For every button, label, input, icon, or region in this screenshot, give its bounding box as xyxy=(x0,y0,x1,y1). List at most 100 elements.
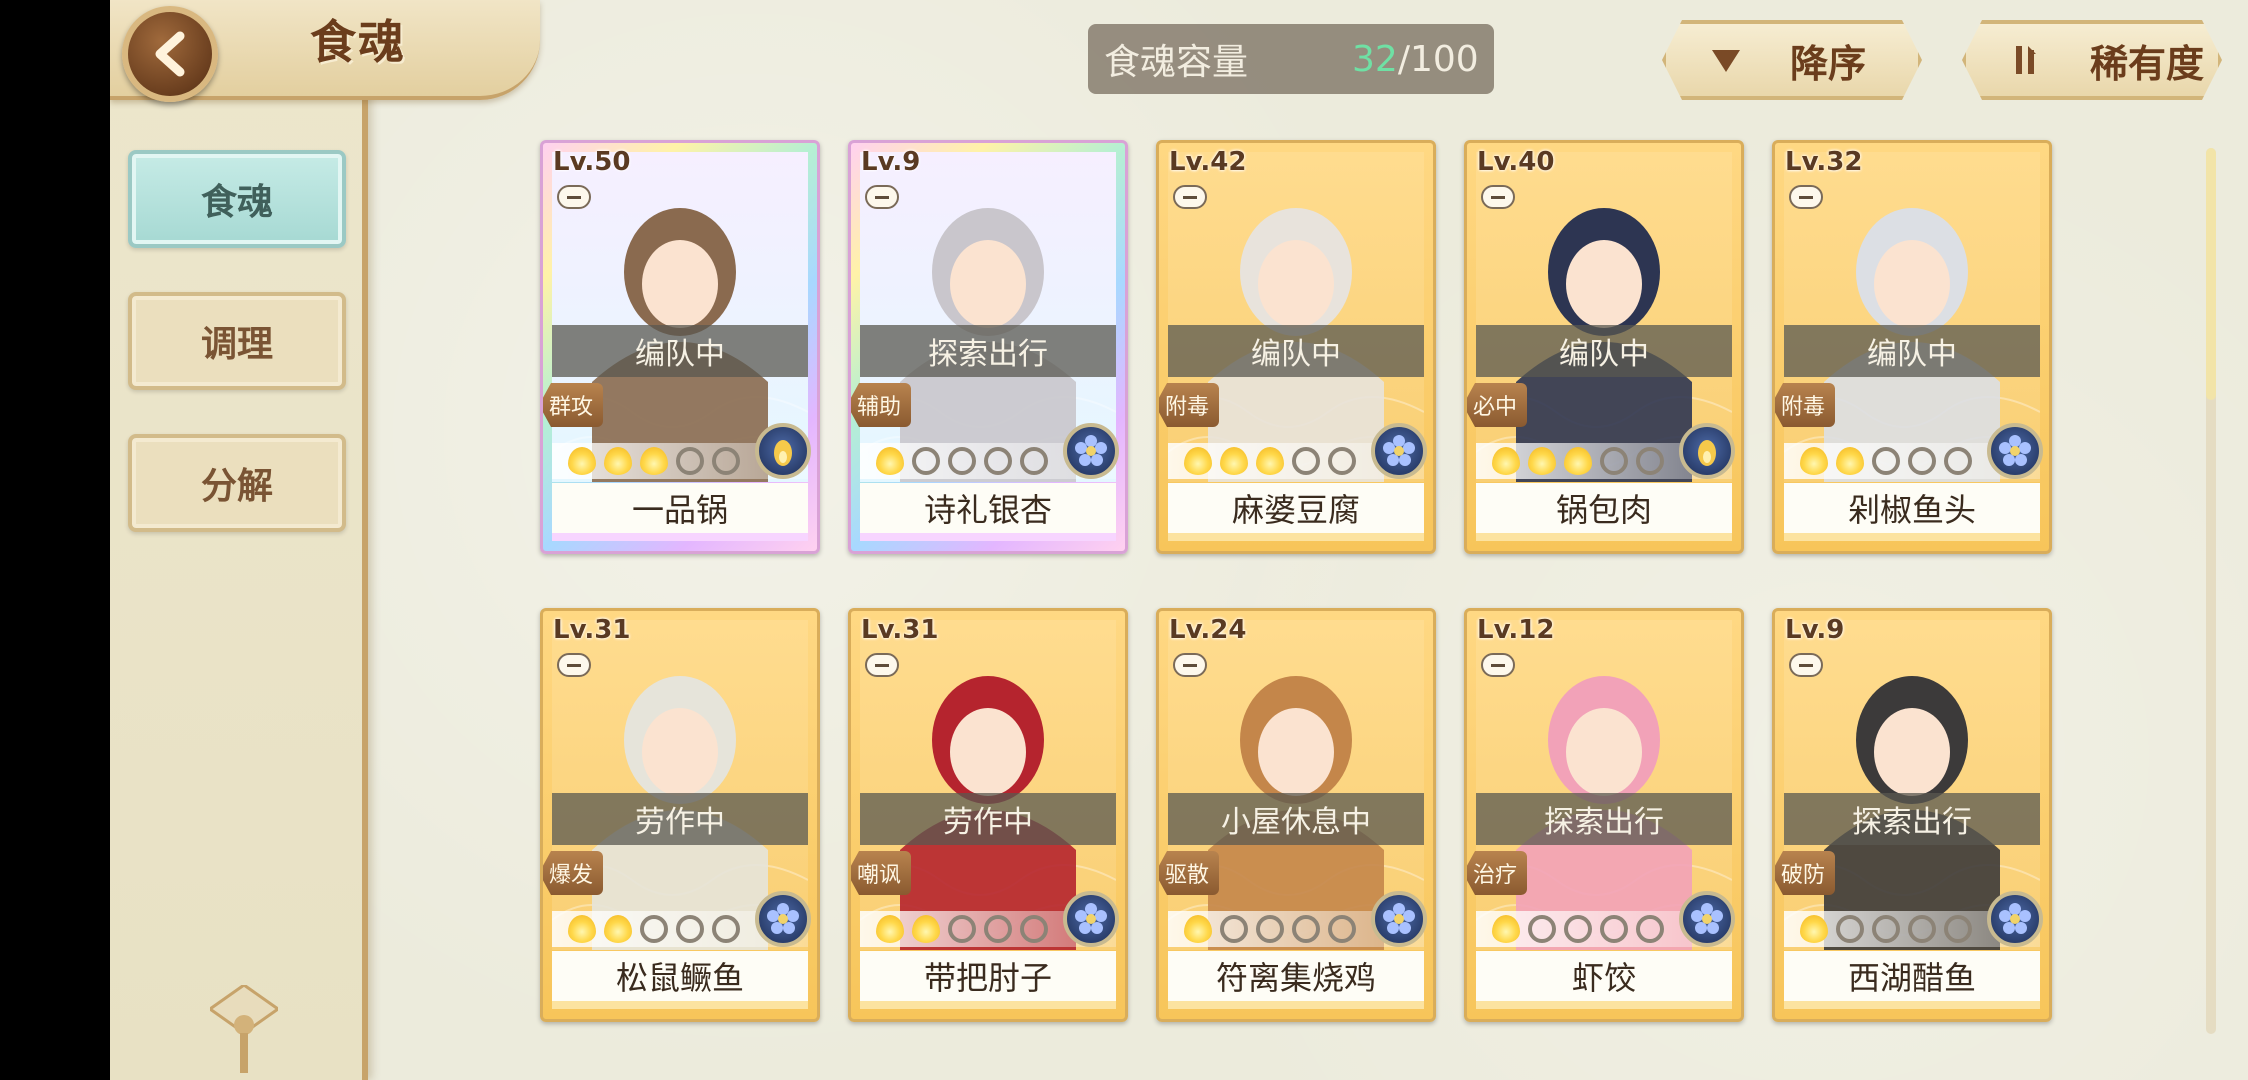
star-empty-icon xyxy=(1600,915,1628,943)
food-soul-card[interactable]: Lv.31 劳作中 爆发 松鼠鳜鱼 xyxy=(540,608,820,1022)
lock-toggle-icon[interactable] xyxy=(1481,653,1515,677)
food-soul-name: 麻婆豆腐 xyxy=(1168,483,1424,541)
level-label: Lv.9 xyxy=(1785,615,1845,645)
star-empty-icon xyxy=(1944,915,1972,943)
star-empty-icon xyxy=(1328,447,1356,475)
star-empty-icon xyxy=(1220,915,1248,943)
lock-toggle-icon[interactable] xyxy=(1173,653,1207,677)
star-empty-icon xyxy=(1600,447,1628,475)
lock-toggle-icon[interactable] xyxy=(557,653,591,677)
star-empty-icon xyxy=(1636,447,1664,475)
star-empty-icon xyxy=(1328,915,1356,943)
chevron-left-icon xyxy=(155,31,185,77)
level-label: Lv.32 xyxy=(1785,147,1863,177)
star-empty-icon xyxy=(912,447,940,475)
capacity-separator: / xyxy=(1397,38,1410,80)
status-badge: 探索出行 xyxy=(860,325,1116,377)
role-tag: 辅助 xyxy=(851,383,911,427)
lock-toggle-icon[interactable] xyxy=(865,185,899,209)
minus-icon xyxy=(1799,663,1813,667)
lock-toggle-icon[interactable] xyxy=(557,185,591,209)
star-filled-icon xyxy=(1184,915,1212,943)
food-soul-card[interactable]: Lv.9 探索出行 辅助 诗礼银杏 xyxy=(848,140,1128,554)
scrollbar[interactable] xyxy=(2206,148,2216,1034)
flower-emblem-icon xyxy=(1063,423,1119,479)
star-filled-icon xyxy=(604,915,632,943)
food-soul-name: 虾饺 xyxy=(1476,951,1732,1009)
food-soul-name: 一品锅 xyxy=(552,483,808,541)
star-empty-icon xyxy=(1908,915,1936,943)
role-tag: 破防 xyxy=(1775,851,1835,895)
role-tag: 附毒 xyxy=(1775,383,1835,427)
food-soul-card[interactable]: Lv.12 探索出行治疗虾饺 xyxy=(1464,608,1744,1022)
status-badge: 探索出行 xyxy=(1476,793,1732,845)
role-tag: 驱散 xyxy=(1159,851,1219,895)
flower-emblem-icon xyxy=(1371,423,1427,479)
flower-emblem-icon xyxy=(1371,891,1427,947)
food-soul-card[interactable]: Lv.9 探索出行破防西湖醋鱼 xyxy=(1772,608,2052,1022)
star-filled-icon xyxy=(1492,915,1520,943)
food-soul-card[interactable]: Lv.50 编队中 群攻 一品锅 xyxy=(540,140,820,554)
lock-toggle-icon[interactable] xyxy=(1789,653,1823,677)
back-button[interactable] xyxy=(122,6,218,102)
star-filled-icon xyxy=(1564,447,1592,475)
tassel-ornament-icon xyxy=(210,985,278,1073)
lock-toggle-icon[interactable] xyxy=(1789,185,1823,209)
status-badge: 探索出行 xyxy=(1784,793,2040,845)
star-filled-icon xyxy=(1528,447,1556,475)
scrollbar-thumb[interactable] xyxy=(2206,148,2216,400)
food-soul-name: 带把肘子 xyxy=(860,951,1116,1009)
food-soul-name: 符离集烧鸡 xyxy=(1168,951,1424,1009)
sidebar: 食魂 调理 分解 xyxy=(110,0,368,1080)
capacity-label: 食魂容量 xyxy=(1104,42,1249,83)
star-empty-icon xyxy=(676,915,704,943)
sort-order-button[interactable]: 降序 xyxy=(1662,20,1922,100)
lock-toggle-icon[interactable] xyxy=(1481,185,1515,209)
food-soul-name: 西湖醋鱼 xyxy=(1784,951,2040,1009)
status-badge: 小屋休息中 xyxy=(1168,793,1424,845)
star-filled-icon xyxy=(1800,915,1828,943)
food-soul-name: 剁椒鱼头 xyxy=(1784,483,2040,541)
level-label: Lv.42 xyxy=(1169,147,1247,177)
food-soul-card[interactable]: Lv.24 小屋休息中驱散符离集烧鸡 xyxy=(1156,608,1436,1022)
minus-icon xyxy=(1183,663,1197,667)
level-label: Lv.31 xyxy=(861,615,939,645)
food-soul-card[interactable]: Lv.32 编队中 附毒 剁椒鱼头 xyxy=(1772,140,2052,554)
page-title: 食魂 xyxy=(310,15,406,69)
food-soul-card[interactable]: Lv.31 劳作中 嘲讽 带把肘子 xyxy=(848,608,1128,1022)
flower-emblem-icon xyxy=(1987,423,2043,479)
level-label: Lv.40 xyxy=(1477,147,1555,177)
minus-icon xyxy=(1183,195,1197,199)
star-empty-icon xyxy=(640,915,668,943)
lock-toggle-icon[interactable] xyxy=(1173,185,1207,209)
star-filled-icon xyxy=(568,915,596,943)
star-filled-icon xyxy=(640,447,668,475)
tab-food-souls[interactable]: 食魂 xyxy=(128,150,346,248)
star-empty-icon xyxy=(1020,915,1048,943)
triangle-down-icon xyxy=(1706,40,1746,80)
star-empty-icon xyxy=(1292,447,1320,475)
flower-emblem-icon xyxy=(1063,891,1119,947)
star-empty-icon xyxy=(1564,915,1592,943)
flame-emblem-icon xyxy=(1679,423,1735,479)
star-filled-icon xyxy=(604,447,632,475)
food-soul-name: 诗礼银杏 xyxy=(860,483,1116,541)
role-tag: 爆发 xyxy=(543,851,603,895)
star-empty-icon xyxy=(1020,447,1048,475)
level-label: Lv.12 xyxy=(1477,615,1555,645)
minus-icon xyxy=(875,195,889,199)
role-tag: 治疗 xyxy=(1467,851,1527,895)
food-soul-card[interactable]: Lv.42 编队中 附毒 麻婆豆腐 xyxy=(1156,140,1436,554)
star-empty-icon xyxy=(712,447,740,475)
capacity-max: 100 xyxy=(1409,38,1479,80)
role-tag: 附毒 xyxy=(1159,383,1219,427)
tab-dismantle[interactable]: 分解 xyxy=(128,434,346,532)
food-soul-card[interactable]: Lv.40 编队中 必中 锅包肉 xyxy=(1464,140,1744,554)
star-empty-icon xyxy=(948,915,976,943)
tab-cultivate[interactable]: 调理 xyxy=(128,292,346,390)
sort-field-label: 稀有度 xyxy=(2090,41,2205,86)
sort-field-button[interactable]: 稀有度 xyxy=(1962,20,2222,100)
lock-toggle-icon[interactable] xyxy=(865,653,899,677)
star-empty-icon xyxy=(676,447,704,475)
level-label: Lv.24 xyxy=(1169,615,1247,645)
